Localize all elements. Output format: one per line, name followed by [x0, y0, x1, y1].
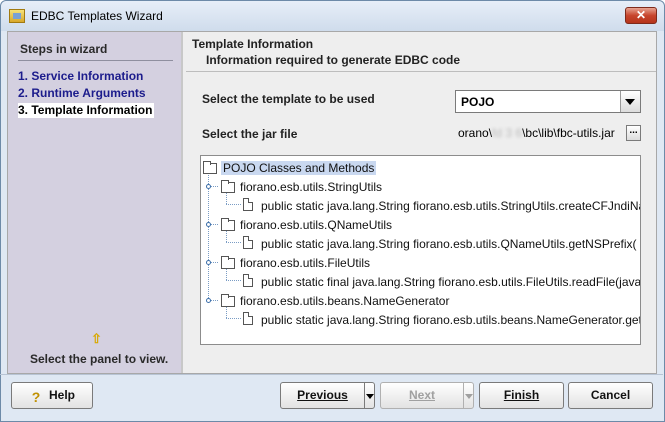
- tree-method-node[interactable]: public static java.lang.String fiorano.e…: [261, 313, 640, 327]
- method-icon: [243, 312, 253, 325]
- tree-class-node[interactable]: fiorano.esb.utils.StringUtils: [240, 180, 382, 194]
- steps-panel: Steps in wizard 1. Service Information 2…: [8, 32, 181, 373]
- step-service-information[interactable]: 1. Service Information: [18, 69, 143, 83]
- method-icon: [243, 198, 253, 211]
- browse-button[interactable]: ...: [626, 125, 641, 141]
- template-select[interactable]: POJO: [455, 90, 641, 113]
- jar-path-field[interactable]: orano\fd 3 6\bc\lib\fbc-utils.jar: [458, 126, 626, 142]
- arrow-up-icon: ⇧: [91, 331, 102, 346]
- jar-path-prefix: orano\: [458, 126, 493, 140]
- folder-icon: [221, 180, 235, 193]
- tree-class-node[interactable]: fiorano.esb.utils.beans.NameGenerator: [240, 294, 449, 308]
- panel-divider[interactable]: [181, 32, 183, 373]
- tree-line: [226, 307, 228, 318]
- classes-tree[interactable]: POJO Classes and Methods fiorano.esb.uti…: [200, 155, 641, 345]
- step-runtime-arguments[interactable]: 2. Runtime Arguments: [18, 86, 146, 100]
- template-select-value: POJO: [461, 95, 495, 109]
- next-button[interactable]: Next: [380, 382, 464, 409]
- page-subtitle: Information required to generate EDBC co…: [206, 53, 461, 67]
- previous-button-label: Previous: [297, 388, 348, 402]
- method-icon: [243, 236, 253, 249]
- expand-toggle-icon[interactable]: [206, 260, 211, 265]
- expand-toggle-icon[interactable]: [206, 184, 211, 189]
- finish-button-label: Finish: [503, 388, 540, 402]
- previous-button[interactable]: Previous: [280, 382, 365, 409]
- tree-line: [226, 204, 241, 206]
- tree-line: [208, 175, 210, 302]
- help-button-label: Help: [48, 388, 75, 402]
- chevron-down-icon[interactable]: [620, 91, 640, 112]
- jar-label: Select the jar file: [202, 127, 298, 141]
- window-title: EDBC Templates Wizard: [31, 9, 163, 23]
- steps-title: Steps in wizard: [20, 42, 108, 56]
- cancel-button[interactable]: Cancel: [568, 382, 653, 409]
- tree-line: [226, 231, 228, 242]
- steps-hint: Select the panel to view.: [30, 352, 169, 366]
- tree-class-node[interactable]: fiorano.esb.utils.QNameUtils: [240, 218, 392, 232]
- tree-root[interactable]: POJO Classes and Methods: [221, 161, 377, 175]
- page-title: Template Information: [192, 37, 314, 51]
- button-bar-divider: [0, 374, 663, 375]
- tree-method-node[interactable]: public static final java.lang.String fio…: [261, 275, 640, 289]
- app-icon: [9, 9, 25, 23]
- help-icon: ?: [31, 389, 41, 405]
- tree-method-node[interactable]: public static java.lang.String fiorano.e…: [261, 199, 640, 213]
- next-button-label: Next: [408, 388, 435, 402]
- help-button[interactable]: ? Help: [11, 382, 93, 409]
- cancel-button-label: Cancel: [590, 388, 631, 402]
- folder-icon: [221, 294, 235, 307]
- jar-path-suffix: \bc\lib\fbc-utils.jar: [522, 126, 615, 140]
- tree-line: [226, 280, 241, 282]
- step-template-information[interactable]: 3. Template Information: [18, 103, 155, 118]
- tree-line: [226, 193, 228, 204]
- next-dropdown-icon[interactable]: [463, 382, 474, 409]
- tree-class-node[interactable]: fiorano.esb.utils.FileUtils: [240, 256, 370, 270]
- method-icon: [243, 274, 253, 287]
- header-divider: [186, 71, 656, 72]
- previous-dropdown-icon[interactable]: [364, 382, 375, 409]
- page-header: Template Information Information require…: [184, 32, 656, 72]
- tree-line: [226, 269, 228, 280]
- tree-line: [226, 242, 241, 244]
- jar-path-redacted: fd 3 6: [492, 126, 523, 140]
- template-label: Select the template to be used: [202, 92, 375, 106]
- finish-button[interactable]: Finish: [479, 382, 564, 409]
- title-bar[interactable]: EDBC Templates Wizard ✕: [1, 1, 664, 31]
- tree-root-label: POJO Classes and Methods: [221, 161, 377, 175]
- folder-icon: [221, 218, 235, 231]
- tree-line: [226, 318, 241, 320]
- expand-toggle-icon[interactable]: [206, 298, 211, 303]
- folder-open-icon: [203, 161, 217, 174]
- expand-toggle-icon[interactable]: [206, 222, 211, 227]
- close-button[interactable]: ✕: [625, 7, 657, 24]
- tree-method-node[interactable]: public static java.lang.String fiorano.e…: [261, 237, 637, 251]
- folder-icon: [221, 256, 235, 269]
- steps-divider: [18, 60, 173, 61]
